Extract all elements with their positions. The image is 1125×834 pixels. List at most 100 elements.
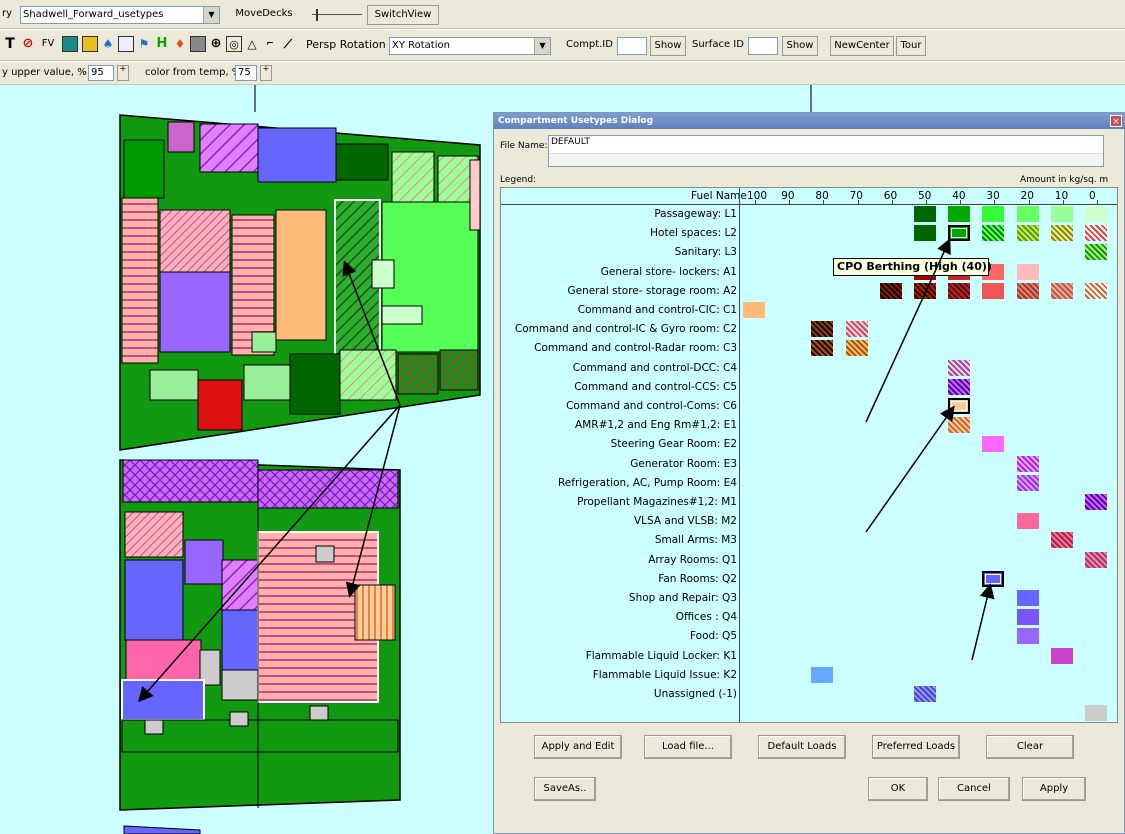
apply-button[interactable]: Apply bbox=[1022, 777, 1086, 801]
surface-id-input[interactable] bbox=[748, 37, 778, 55]
rotation-select[interactable]: XY Rotation ▼ bbox=[389, 37, 551, 55]
newcenter-button[interactable]: NewCenter bbox=[830, 36, 894, 56]
legend-swatch[interactable] bbox=[879, 282, 902, 299]
legend-swatch[interactable] bbox=[948, 206, 971, 222]
legend-swatch[interactable] bbox=[845, 340, 868, 357]
tick-mark bbox=[789, 200, 791, 204]
legend-swatch[interactable] bbox=[1050, 647, 1073, 664]
fire-icon[interactable]: ♦ bbox=[172, 36, 188, 52]
file-name-scrollbar[interactable] bbox=[549, 153, 1103, 166]
legend-swatch[interactable] bbox=[1016, 282, 1039, 299]
phone-icon[interactable] bbox=[190, 36, 206, 52]
grid-icon[interactable] bbox=[118, 36, 134, 52]
clear-button[interactable]: Clear bbox=[986, 735, 1074, 759]
close-icon[interactable]: × bbox=[1110, 115, 1122, 127]
legend-swatch[interactable] bbox=[743, 302, 765, 318]
legend-swatch[interactable] bbox=[948, 282, 971, 299]
legend-swatch[interactable] bbox=[1050, 206, 1073, 222]
pointer-icon[interactable]: ⌐ bbox=[262, 36, 278, 52]
runner-icon[interactable]: ⚑ bbox=[136, 36, 152, 52]
legend-row-label: Refrigeration, AC, Pump Room: E4 bbox=[557, 476, 737, 489]
legend-swatch[interactable] bbox=[1050, 532, 1073, 549]
slider-thumb[interactable] bbox=[316, 9, 318, 21]
file-name-field[interactable]: DEFAULT bbox=[548, 135, 1104, 167]
legend-swatch[interactable] bbox=[982, 570, 1005, 587]
upper-value-spinner[interactable]: + bbox=[117, 65, 129, 81]
saveas-button[interactable]: SaveAs.. bbox=[534, 777, 596, 801]
legend-swatch[interactable] bbox=[1016, 628, 1039, 645]
legend-swatch[interactable] bbox=[1016, 206, 1039, 222]
legend-swatch[interactable] bbox=[1085, 282, 1107, 299]
legend-swatch[interactable] bbox=[1085, 494, 1107, 510]
legend-swatch[interactable] bbox=[1016, 513, 1039, 530]
legend-swatch[interactable] bbox=[914, 686, 936, 702]
temp-input[interactable]: 75 bbox=[235, 65, 257, 81]
third-deck-plan bbox=[123, 825, 201, 834]
legend-swatch[interactable] bbox=[948, 359, 971, 376]
legend-swatch[interactable] bbox=[811, 340, 834, 357]
target-icon[interactable]: ⊕ bbox=[208, 36, 224, 52]
legend-swatch[interactable] bbox=[1085, 551, 1107, 568]
compt-id-label: Compt.ID bbox=[566, 39, 613, 50]
legend-swatch[interactable] bbox=[1016, 590, 1039, 606]
legend-swatch[interactable] bbox=[1085, 206, 1107, 222]
triangle-icon[interactable]: △ bbox=[244, 36, 260, 52]
legend-swatch[interactable] bbox=[914, 225, 936, 242]
load-file-button[interactable]: Load file... bbox=[644, 735, 732, 759]
legend-swatch[interactable] bbox=[1085, 244, 1107, 261]
default-loads-button[interactable]: Default Loads bbox=[758, 735, 846, 759]
legend-swatch[interactable] bbox=[982, 225, 1005, 242]
legend-swatch[interactable] bbox=[982, 436, 1005, 453]
legend-swatch[interactable] bbox=[1016, 455, 1039, 472]
legend-swatch[interactable] bbox=[1085, 705, 1107, 722]
deck-select[interactable]: Shadwell_Forward_usetypes ▼ bbox=[20, 6, 220, 24]
legend-swatch[interactable] bbox=[982, 282, 1005, 299]
h-icon[interactable]: H bbox=[154, 36, 170, 52]
legend-swatch[interactable] bbox=[982, 206, 1005, 222]
chevron-down-icon[interactable]: ▼ bbox=[534, 38, 550, 54]
preferred-loads-button[interactable]: Preferred Loads bbox=[872, 735, 960, 759]
compt-id-input[interactable] bbox=[617, 37, 647, 55]
movedecks-button[interactable]: MoveDecks bbox=[228, 5, 300, 25]
legend-swatch[interactable] bbox=[1050, 225, 1073, 242]
deck-slider[interactable] bbox=[312, 9, 362, 21]
switchview-button[interactable]: SwitchView bbox=[367, 5, 439, 25]
deck-select-value: Shadwell_Forward_usetypes bbox=[23, 9, 164, 20]
legend-swatch[interactable] bbox=[1016, 609, 1039, 626]
legend-swatch[interactable] bbox=[1016, 225, 1039, 242]
file-name-value: DEFAULT bbox=[551, 137, 590, 147]
legend-swatch[interactable] bbox=[1050, 282, 1073, 299]
show-compt-button[interactable]: Show bbox=[650, 36, 686, 56]
ok-button[interactable]: OK bbox=[868, 777, 928, 801]
cube-icon[interactable] bbox=[62, 36, 78, 52]
legend-swatch[interactable] bbox=[948, 378, 971, 395]
tour-button[interactable]: Tour bbox=[896, 36, 926, 56]
legend-swatch[interactable] bbox=[948, 398, 971, 414]
legend-swatch[interactable] bbox=[845, 321, 868, 338]
legend-swatch[interactable] bbox=[948, 225, 971, 242]
legend-swatch[interactable] bbox=[1016, 474, 1039, 491]
legend-swatch[interactable] bbox=[1016, 263, 1039, 280]
folder-icon[interactable] bbox=[82, 36, 98, 52]
legend-swatch[interactable] bbox=[948, 417, 971, 434]
legend-divider bbox=[739, 188, 740, 722]
legend-swatch[interactable] bbox=[914, 206, 936, 222]
legend-swatch[interactable] bbox=[1085, 225, 1107, 242]
legend-swatch[interactable] bbox=[811, 666, 834, 683]
person-icon[interactable]: ♠ bbox=[100, 36, 116, 52]
chevron-down-icon[interactable]: ▼ bbox=[203, 7, 219, 23]
cancel-button[interactable]: Cancel bbox=[938, 777, 1010, 801]
apply-and-edit-button[interactable]: Apply and Edit bbox=[534, 735, 622, 759]
text-icon[interactable]: T bbox=[2, 36, 18, 52]
crosshair-icon[interactable]: ◎ bbox=[226, 36, 242, 52]
show-surface-button[interactable]: Show bbox=[782, 36, 818, 56]
ruler-icon[interactable]: ⟋ bbox=[280, 36, 296, 52]
upper-value-input[interactable]: 95 bbox=[88, 65, 114, 81]
legend-swatch[interactable] bbox=[914, 282, 936, 299]
temp-spinner[interactable]: + bbox=[260, 65, 272, 81]
no-entry-icon[interactable]: ⊘ bbox=[20, 36, 36, 52]
legend-row-label: General store- lockers: A1 bbox=[600, 265, 737, 278]
fv-icon[interactable]: FV bbox=[38, 36, 58, 52]
legend-swatch[interactable] bbox=[811, 321, 834, 338]
temp-label: color from temp, % bbox=[145, 67, 242, 78]
